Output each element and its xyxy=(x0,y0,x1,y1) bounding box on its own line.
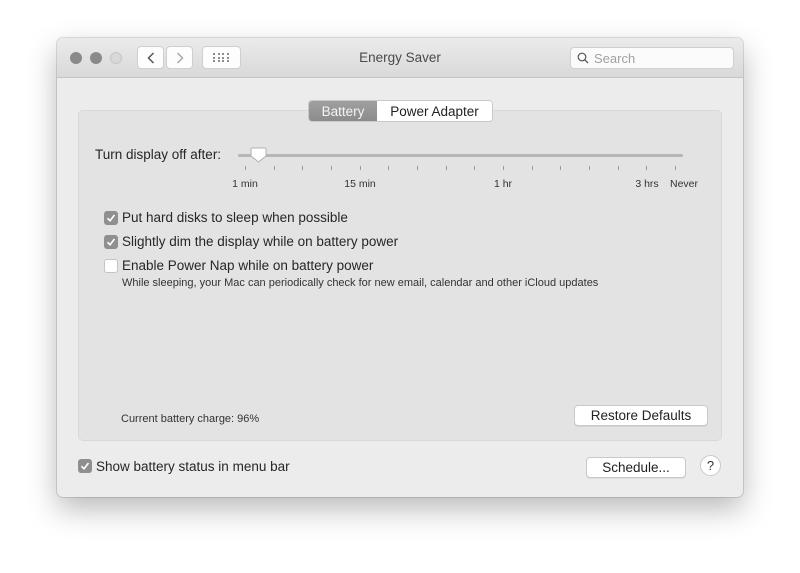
slider-tick xyxy=(560,166,562,170)
checkmark-icon xyxy=(106,214,116,223)
slider-tick xyxy=(417,166,418,170)
dim-display-checkbox[interactable] xyxy=(104,235,118,249)
slider-tick xyxy=(503,166,504,170)
restore-defaults-button[interactable]: Restore Defaults xyxy=(574,405,708,426)
display-off-label: Turn display off after: xyxy=(95,147,222,162)
checkmark-icon xyxy=(106,238,116,247)
hard-disk-sleep-checkbox[interactable] xyxy=(104,211,118,225)
tab-power-adapter[interactable]: Power Adapter xyxy=(377,101,492,121)
hard-disk-sleep-label: Put hard disks to sleep when possible xyxy=(122,210,348,225)
slider-tick xyxy=(331,166,332,170)
tick-label-15-min: 15 min xyxy=(344,178,376,190)
search-input[interactable] xyxy=(594,50,724,66)
tick-label-never: Never xyxy=(669,178,699,190)
power-nap-description: While sleeping, your Mac can periodicall… xyxy=(122,277,599,289)
power-nap-checkbox[interactable] xyxy=(104,259,118,273)
show-battery-status-label: Show battery status in menu bar xyxy=(96,459,290,474)
slider-tick xyxy=(531,166,533,170)
tick-label-1-min: 1 min xyxy=(232,178,258,190)
search-icon xyxy=(577,52,589,64)
slider-tick xyxy=(273,166,275,170)
search-field[interactable] xyxy=(570,47,734,69)
dim-display-label: Slightly dim the display while on batter… xyxy=(122,234,399,249)
help-button[interactable]: ? xyxy=(700,455,721,476)
display-sleep-slider[interactable] xyxy=(238,154,683,157)
slider-tick xyxy=(675,166,676,170)
slider-tick xyxy=(445,166,447,170)
energy-saver-window: Energy Saver Battery Power Adapter Turn … xyxy=(57,38,743,497)
power-nap-label: Enable Power Nap while on battery power xyxy=(122,258,374,273)
schedule-button[interactable]: Schedule... xyxy=(586,457,686,478)
slider-tick xyxy=(359,166,361,170)
checkmark-icon xyxy=(80,462,90,471)
battery-charge-status: Current battery charge: 96% xyxy=(121,413,260,425)
slider-tick xyxy=(245,166,246,170)
show-battery-status-checkbox[interactable] xyxy=(78,459,92,473)
slider-thumb[interactable] xyxy=(250,147,267,163)
slider-tick xyxy=(388,166,390,170)
title-bar: Energy Saver xyxy=(57,38,743,78)
slider-tick xyxy=(617,166,619,170)
tick-label-3-hrs: 3 hrs xyxy=(635,178,659,190)
slider-tick xyxy=(589,166,590,170)
slider-tick xyxy=(474,166,476,170)
tick-label-1-hr: 1 hr xyxy=(493,178,513,190)
tab-battery[interactable]: Battery xyxy=(309,101,377,121)
slider-tick xyxy=(646,166,648,170)
tab-bar: Battery Power Adapter xyxy=(308,100,493,122)
slider-tick xyxy=(302,166,304,170)
